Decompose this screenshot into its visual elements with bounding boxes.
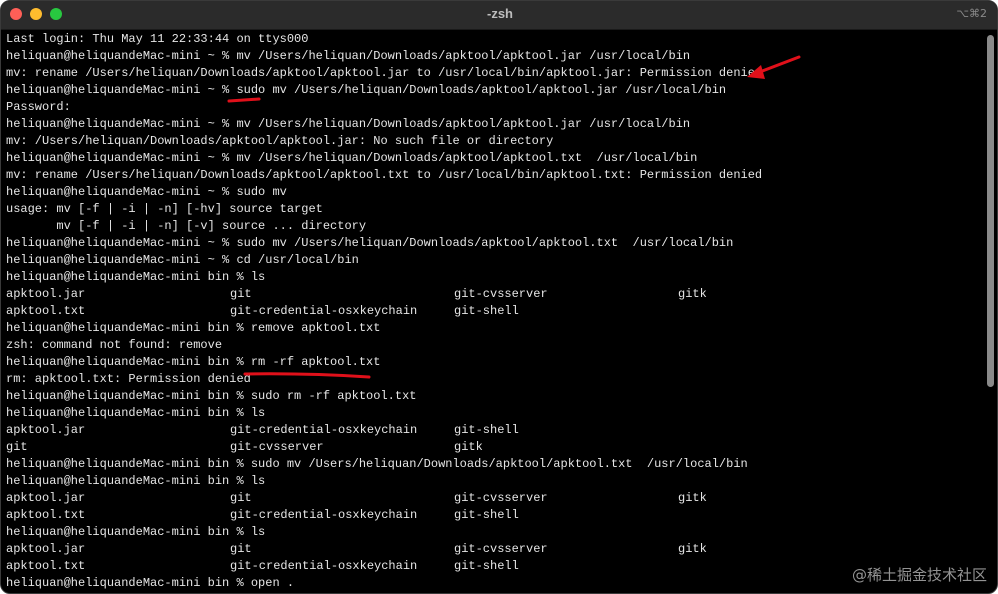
ls-entry: git-credential-osxkeychain bbox=[230, 423, 418, 437]
ls-entry: gitk bbox=[678, 542, 707, 556]
terminal-line: heliquan@heliquandeMac-mini ~ % mv /User… bbox=[6, 117, 691, 131]
watermark: @稀土掘金技术社区 bbox=[851, 566, 987, 584]
terminal-line: heliquan@heliquandeMac-mini bin % ls bbox=[6, 406, 266, 420]
ls-entry: apktool.txt bbox=[6, 508, 86, 522]
ls-entry: apktool.jar bbox=[6, 287, 86, 301]
ls-entry: git-shell bbox=[454, 304, 519, 318]
ls-output-row: apktool.txt git-credential-osxkeychain g… bbox=[6, 303, 981, 320]
ls-entry: git-cvsserver bbox=[230, 440, 324, 454]
ls-output-row: apktool.txt git-credential-osxkeychain g… bbox=[6, 507, 981, 524]
terminal-output[interactable]: Last login: Thu May 11 22:33:44 on ttys0… bbox=[6, 31, 981, 592]
terminal-line: Password: bbox=[6, 100, 71, 114]
ls-entry: git-shell bbox=[454, 508, 519, 522]
terminal-line: heliquan@heliquandeMac-mini ~ % cd /usr/… bbox=[6, 253, 359, 267]
ls-entry: apktool.jar bbox=[6, 423, 86, 437]
terminal-line: heliquan@heliquandeMac-mini bin % ls bbox=[6, 474, 266, 488]
ls-entry: git bbox=[230, 287, 252, 301]
ls-entry: apktool.txt bbox=[6, 559, 86, 573]
ls-output-row: apktool.txt git-credential-osxkeychain g… bbox=[6, 558, 981, 575]
terminal-line: heliquan@heliquandeMac-mini bin % ls bbox=[6, 270, 266, 284]
ls-entry: git bbox=[6, 440, 28, 454]
ls-entry: apktool.jar bbox=[6, 491, 86, 505]
terminal-line: heliquan@heliquandeMac-mini ~ % mv /User… bbox=[6, 49, 691, 63]
terminal-line: heliquan@heliquandeMac-mini ~ % sudo mv bbox=[6, 185, 287, 199]
ls-entry: gitk bbox=[454, 440, 483, 454]
ls-entry: apktool.txt bbox=[6, 304, 86, 318]
ls-entry: git-cvsserver bbox=[454, 287, 548, 301]
terminal-line: heliquan@heliquandeMac-mini bin % sudo r… bbox=[6, 389, 417, 403]
title-bar[interactable]: -zsh ⌥⌘2 bbox=[1, 1, 997, 30]
terminal-line: mv: rename /Users/heliquan/Downloads/apk… bbox=[6, 66, 763, 80]
window-title: -zsh bbox=[487, 6, 513, 21]
terminal-line: zsh: command not found: remove bbox=[6, 338, 223, 352]
terminal-line: heliquan@heliquandeMac-mini ~ % mv /User… bbox=[6, 151, 698, 165]
window-shortcut: ⌥⌘2 bbox=[956, 7, 987, 20]
terminal-line: usage: mv [-f | -i | -n] [-hv] source ta… bbox=[6, 202, 323, 216]
ls-entry: apktool.jar bbox=[6, 542, 86, 556]
terminal-line: rm: apktool.txt: Permission denied bbox=[6, 372, 251, 386]
ls-entry: git-cvsserver bbox=[454, 542, 548, 556]
terminal-line: mv [-f | -i | -n] [-v] source ... direct… bbox=[6, 219, 367, 233]
ls-output-row: apktool.jar git-credential-osxkeychain g… bbox=[6, 422, 981, 439]
ls-entry: git-shell bbox=[454, 559, 519, 573]
terminal-line: mv: rename /Users/heliquan/Downloads/apk… bbox=[6, 168, 763, 182]
terminal-window: -zsh ⌥⌘2 Last login: Thu May 11 22:33:44… bbox=[0, 0, 998, 594]
scrollbar[interactable] bbox=[987, 35, 994, 387]
terminal-line: heliquan@heliquandeMac-mini bin % ls bbox=[6, 525, 266, 539]
ls-entry: git-shell bbox=[454, 423, 519, 437]
ls-entry: git bbox=[230, 491, 252, 505]
ls-entry: git-credential-osxkeychain bbox=[230, 559, 418, 573]
terminal-line: mv: /Users/heliquan/Downloads/apktool/ap… bbox=[6, 134, 554, 148]
ls-entry: gitk bbox=[678, 491, 707, 505]
ls-output-row: git git-cvsserver gitk bbox=[6, 439, 981, 456]
ls-output-row: apktool.jar git git-cvsserver gitk bbox=[6, 286, 981, 303]
ls-entry: git-credential-osxkeychain bbox=[230, 304, 418, 318]
terminal-line: heliquan@heliquandeMac-mini ~ % sudo mv … bbox=[6, 83, 727, 97]
ls-output-row: apktool.jar git git-cvsserver gitk bbox=[6, 541, 981, 558]
terminal-line: heliquan@heliquandeMac-mini bin % rm -rf… bbox=[6, 355, 381, 369]
ls-entry: git-credential-osxkeychain bbox=[230, 508, 418, 522]
ls-output-row: apktool.jar git git-cvsserver gitk bbox=[6, 490, 981, 507]
ls-entry: git bbox=[230, 542, 252, 556]
terminal-line: heliquan@heliquandeMac-mini bin % remove… bbox=[6, 321, 381, 335]
ls-entry: gitk bbox=[678, 287, 707, 301]
terminal-line: heliquan@heliquandeMac-mini bin % open . bbox=[6, 576, 295, 590]
terminal-line: Last login: Thu May 11 22:33:44 on ttys0… bbox=[6, 32, 309, 46]
ls-entry: git-cvsserver bbox=[454, 491, 548, 505]
terminal-line: heliquan@heliquandeMac-mini bin % sudo m… bbox=[6, 457, 748, 471]
terminal-line: heliquan@heliquandeMac-mini ~ % sudo mv … bbox=[6, 236, 734, 250]
